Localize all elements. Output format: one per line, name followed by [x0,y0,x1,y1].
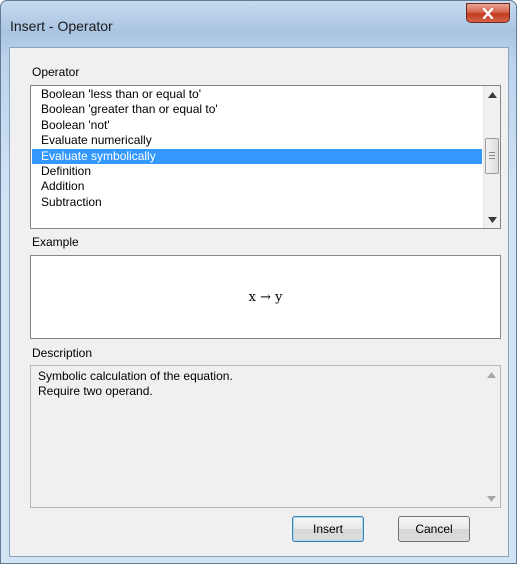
operator-list: Boolean 'less than or equal to' Boolean '… [32,87,482,210]
operator-list-item[interactable]: Boolean 'not' [32,118,482,133]
example-label: Example [32,235,79,249]
scroll-down-button[interactable] [484,211,500,228]
scroll-down-arrow-icon [488,216,497,223]
operator-list-item[interactable]: Addition [32,179,482,194]
scroll-down-arrow-icon [487,495,496,502]
close-button[interactable] [466,3,510,23]
description-line: Symbolic calculation of the equation. [38,369,233,383]
insert-operator-dialog: Insert - Operator Operator Boolean 'less… [0,0,517,564]
insert-button[interactable]: Insert [292,516,364,542]
description-scrollbar[interactable] [483,366,500,507]
description-box[interactable]: Symbolic calculation of the equation. Re… [30,365,501,508]
operator-list-item[interactable]: Boolean 'less than or equal to' [32,87,482,102]
close-icon [482,7,494,19]
scroll-up-arrow-icon [488,91,497,98]
desc-scroll-up-button[interactable] [483,366,500,383]
operator-list-item[interactable]: Subtraction [32,195,482,210]
example-preview: x → y [30,255,501,339]
operator-scroll-thumb[interactable] [485,138,499,174]
description-line: Require two operand. [38,384,153,398]
operator-scrollbar[interactable] [483,86,500,228]
operator-label: Operator [32,65,80,79]
operator-listbox[interactable]: Boolean 'less than or equal to' Boolean '… [30,85,501,229]
title-bar[interactable]: Insert - Operator [1,1,516,47]
description-text: Symbolic calculation of the equation. Re… [38,369,476,399]
description-label: Description [32,346,93,360]
operator-list-item[interactable]: Evaluate symbolically [32,148,482,164]
operator-list-item[interactable]: Definition [32,164,482,179]
operator-list-item[interactable]: Boolean 'greater than or equal to' [32,102,482,117]
example-expression: x → y [248,289,283,305]
window-title: Insert - Operator [10,18,113,34]
cancel-button[interactable]: Cancel [398,516,470,542]
scroll-up-button[interactable] [484,86,500,103]
operator-list-item[interactable]: Evaluate numerically [32,133,482,148]
desc-scroll-down-button[interactable] [483,490,500,507]
scroll-up-arrow-icon [487,371,496,378]
